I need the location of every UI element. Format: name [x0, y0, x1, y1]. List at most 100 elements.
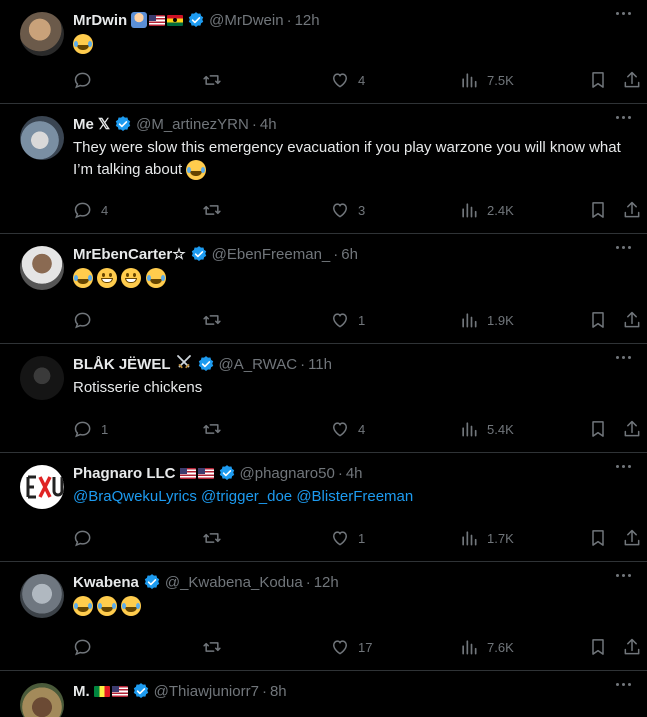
verified-icon: [143, 573, 161, 591]
share-button[interactable]: [622, 635, 642, 659]
flag-gh-icon: [167, 14, 184, 26]
bookmark-icon: [588, 310, 608, 330]
more-icon[interactable]: [616, 246, 631, 249]
share-button[interactable]: [622, 198, 642, 222]
tweet[interactable]: Kwabena @_Kwabena_Kodua · 12h 17 7.6K: [0, 562, 647, 671]
face-with-tears-of-joy-emoji: [73, 596, 93, 617]
timestamp[interactable]: 8h: [270, 683, 287, 700]
bookmark-button[interactable]: [588, 68, 608, 92]
retweet-button[interactable]: [202, 68, 222, 92]
timestamp[interactable]: 12h: [295, 12, 320, 29]
like-button[interactable]: 1: [330, 526, 365, 550]
views-button[interactable]: 1.7K: [459, 526, 514, 550]
reply-button[interactable]: [73, 308, 101, 332]
views-button[interactable]: 5.4K: [459, 417, 514, 441]
author-name[interactable]: MrEbenCarter☆: [73, 245, 186, 263]
tweet[interactable]: Me 𝕏 @M_artinezYRN · 4h They were slow t…: [0, 104, 647, 234]
timestamp[interactable]: 11h: [308, 356, 332, 373]
reply-button[interactable]: 4: [73, 198, 108, 222]
timestamp[interactable]: 4h: [346, 465, 363, 482]
more-icon[interactable]: [616, 574, 631, 577]
retweet-button[interactable]: [202, 526, 222, 550]
like-button[interactable]: 4: [330, 68, 365, 92]
avatar[interactable]: [20, 116, 64, 160]
retweet-button[interactable]: [202, 417, 222, 441]
like-icon: [330, 528, 350, 548]
views-button[interactable]: 7.5K: [459, 68, 514, 92]
author-name[interactable]: MrDwin: [73, 12, 127, 29]
author-handle[interactable]: @MrDwein: [209, 12, 283, 29]
tweet[interactable]: Phagnaro LLC @phagnaro50 · 4h @BraQwekuL…: [0, 453, 647, 562]
avatar[interactable]: [20, 12, 64, 56]
tweet[interactable]: M. @Thiawjuniorr7 · 8h: [0, 671, 647, 717]
author-name[interactable]: M.: [73, 683, 90, 700]
share-button[interactable]: [622, 68, 642, 92]
reply-button[interactable]: [73, 635, 101, 659]
retweet-button[interactable]: [202, 308, 222, 332]
like-button[interactable]: 1: [330, 308, 365, 332]
views-button[interactable]: 1.9K: [459, 308, 514, 332]
verified-icon: [218, 464, 236, 482]
author-handle[interactable]: @Thiawjuniorr7: [154, 683, 259, 700]
avatar[interactable]: [20, 246, 64, 290]
share-icon: [622, 528, 642, 548]
bookmark-button[interactable]: [588, 526, 608, 550]
tweet-body: [73, 595, 628, 617]
share-button[interactable]: [622, 417, 642, 441]
timestamp[interactable]: 12h: [314, 574, 339, 591]
avatar[interactable]: [20, 356, 64, 400]
separator-dot: ·: [286, 11, 292, 29]
retweet-icon: [202, 70, 222, 90]
separator-dot: ·: [261, 682, 267, 700]
author-handle[interactable]: @_Kwabena_Kodua: [165, 574, 303, 591]
more-icon[interactable]: [616, 12, 631, 15]
retweet-button[interactable]: [202, 635, 222, 659]
more-icon[interactable]: [616, 356, 631, 359]
author-name[interactable]: BLÅK JËWEL: [73, 356, 171, 373]
action-bar: 1 1.9K: [0, 308, 647, 332]
like-button[interactable]: 3: [330, 198, 365, 222]
views-count: 5.4K: [487, 421, 514, 437]
timestamp[interactable]: 4h: [260, 116, 277, 133]
share-icon: [622, 200, 642, 220]
tweet[interactable]: MrDwin @MrDwein · 12h 4 7.5K: [0, 0, 647, 104]
author-handle[interactable]: @EbenFreeman_: [212, 246, 331, 263]
timestamp[interactable]: 6h: [341, 246, 358, 263]
more-icon[interactable]: [616, 683, 631, 686]
reply-button[interactable]: 1: [73, 417, 108, 441]
reply-button[interactable]: [73, 68, 101, 92]
retweet-button[interactable]: [202, 198, 222, 222]
tweet[interactable]: MrEbenCarter☆ @EbenFreeman_ · 6h 1 1.9K: [0, 234, 647, 344]
views-button[interactable]: 2.4K: [459, 198, 514, 222]
like-button[interactable]: 17: [330, 635, 372, 659]
tweet[interactable]: BLÅK JËWEL @A_RWAC · 11h Rotisserie chic…: [0, 344, 647, 453]
avatar[interactable]: [20, 574, 64, 618]
author-name[interactable]: Me 𝕏: [73, 115, 110, 133]
bookmark-button[interactable]: [588, 198, 608, 222]
author-name[interactable]: Kwabena: [73, 574, 139, 591]
mention-links[interactable]: @BraQwekuLyrics @trigger_doe @BlisterFre…: [73, 488, 413, 505]
views-button[interactable]: 7.6K: [459, 635, 514, 659]
more-icon[interactable]: [616, 116, 631, 119]
author-handle[interactable]: @phagnaro50: [240, 465, 335, 482]
flag-sn-icon: [93, 685, 110, 697]
more-icon[interactable]: [616, 465, 631, 468]
face-with-tears-of-joy-emoji: [145, 268, 166, 289]
avatar[interactable]: [20, 683, 64, 717]
author-name[interactable]: Phagnaro LLC: [73, 465, 176, 482]
reply-button[interactable]: [73, 526, 101, 550]
bookmark-button[interactable]: [588, 417, 608, 441]
timeline: MrDwin @MrDwein · 12h 4 7.5K Me 𝕏 @M_art…: [0, 0, 647, 717]
author-handle[interactable]: @A_RWAC: [219, 356, 298, 373]
author-handle[interactable]: @M_artinezYRN: [136, 116, 249, 133]
share-button[interactable]: [622, 308, 642, 332]
like-button[interactable]: 4: [330, 417, 365, 441]
views-icon: [459, 200, 479, 220]
face-with-tears-of-joy-emoji: [73, 34, 93, 55]
action-bar: 1 1.7K: [0, 526, 647, 550]
separator-dot: ·: [333, 245, 339, 263]
bookmark-button[interactable]: [588, 635, 608, 659]
share-button[interactable]: [622, 526, 642, 550]
avatar[interactable]: [20, 465, 64, 509]
bookmark-button[interactable]: [588, 308, 608, 332]
